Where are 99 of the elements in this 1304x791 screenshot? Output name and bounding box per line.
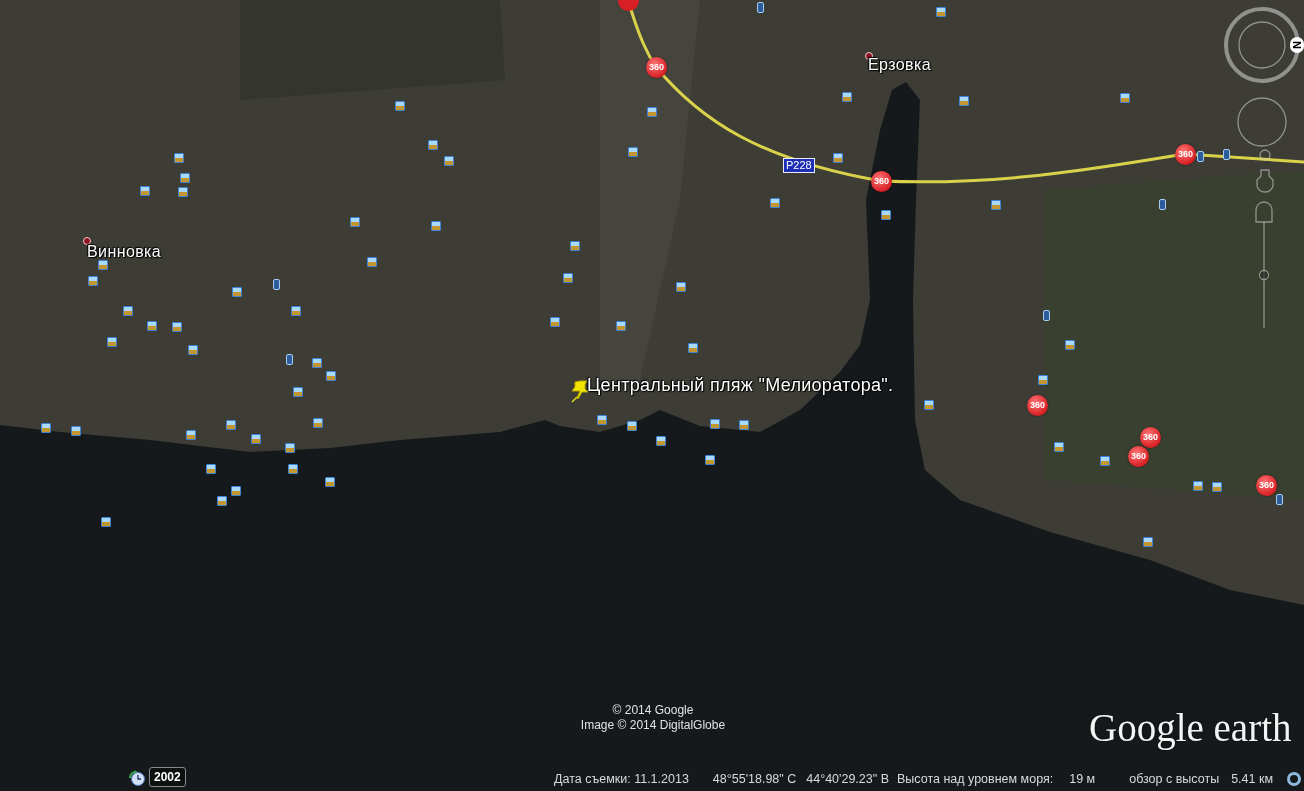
photo-marker-icon[interactable]: [739, 420, 749, 430]
photo-marker-icon[interactable]: [1100, 456, 1110, 466]
photo-marker-icon[interactable]: [350, 217, 360, 227]
photo-marker-icon[interactable]: [1193, 481, 1203, 491]
tag-marker-icon[interactable]: [1197, 151, 1204, 162]
photo-marker-icon[interactable]: [428, 140, 438, 150]
photo-marker-icon[interactable]: [41, 423, 51, 433]
photo-marker-icon[interactable]: [285, 443, 295, 453]
photo-marker-icon[interactable]: [570, 241, 580, 251]
photo-marker-icon[interactable]: [1143, 537, 1153, 547]
panorama-marker-icon[interactable]: [618, 0, 639, 11]
photo-marker-icon[interactable]: [107, 337, 117, 347]
photo-marker-icon[interactable]: [147, 321, 157, 331]
place-label[interactable]: Винновка: [87, 243, 162, 262]
photo-marker-icon[interactable]: [628, 147, 638, 157]
photo-marker-icon[interactable]: [1065, 340, 1075, 350]
elevation-label: Высота над уровнем моря:: [897, 772, 1054, 786]
photo-marker-icon[interactable]: [174, 153, 184, 163]
photo-marker-icon[interactable]: [367, 257, 377, 267]
photo-marker-icon[interactable]: [936, 7, 946, 17]
photo-marker-icon[interactable]: [172, 322, 182, 332]
photo-marker-icon[interactable]: [226, 420, 236, 430]
photo-marker-icon[interactable]: [123, 306, 133, 316]
photo-marker-icon[interactable]: [71, 426, 81, 436]
place-dot-icon[interactable]: [865, 52, 873, 60]
photo-marker-icon[interactable]: [597, 415, 607, 425]
zoom-slider[interactable]: [1258, 221, 1270, 329]
photo-marker-icon[interactable]: [431, 221, 441, 231]
photo-marker-icon[interactable]: [186, 430, 196, 440]
photo-marker-icon[interactable]: [1212, 482, 1222, 492]
photo-marker-icon[interactable]: [991, 200, 1001, 210]
photo-marker-icon[interactable]: [1054, 442, 1064, 452]
photo-marker-icon[interactable]: [705, 455, 715, 465]
photo-marker-icon[interactable]: [188, 345, 198, 355]
photo-marker-icon[interactable]: [326, 371, 336, 381]
move-joystick[interactable]: [1237, 97, 1287, 147]
zoom-in-button[interactable]: [1255, 201, 1273, 223]
streaming-ring-icon: [1287, 772, 1301, 786]
photo-marker-icon[interactable]: [1038, 375, 1048, 385]
photo-marker-icon[interactable]: [924, 400, 934, 410]
photo-marker-icon[interactable]: [656, 436, 666, 446]
pushpin-icon[interactable]: [571, 380, 589, 403]
zoom-slider-thumb[interactable]: [1258, 269, 1270, 281]
photo-marker-icon[interactable]: [293, 387, 303, 397]
photo-marker-icon[interactable]: [842, 92, 852, 102]
photo-marker-icon[interactable]: [550, 317, 560, 327]
photo-marker-icon[interactable]: [1120, 93, 1130, 103]
photo-marker-icon[interactable]: [444, 156, 454, 166]
place-dot-icon[interactable]: [83, 237, 91, 245]
road-number-sign: Р228: [783, 158, 815, 173]
photo-marker-icon[interactable]: [676, 282, 686, 292]
photo-marker-icon[interactable]: [232, 287, 242, 297]
look-joystick[interactable]: [1224, 7, 1300, 83]
eye-altitude-label: обзор с высоты: [1129, 772, 1220, 786]
photo-marker-icon[interactable]: [178, 187, 188, 197]
photo-marker-icon[interactable]: [647, 107, 657, 117]
tag-marker-icon[interactable]: [273, 279, 280, 290]
tag-marker-icon[interactable]: [1276, 494, 1283, 505]
photo-marker-icon[interactable]: [231, 486, 241, 496]
photo-marker-icon[interactable]: [395, 101, 405, 111]
tag-marker-icon[interactable]: [1043, 310, 1050, 321]
photo-marker-icon[interactable]: [959, 96, 969, 106]
photo-marker-icon[interactable]: [217, 496, 227, 506]
photo-marker-icon[interactable]: [180, 173, 190, 183]
tag-marker-icon[interactable]: [1223, 149, 1230, 160]
place-label[interactable]: Ерзовка: [868, 56, 931, 75]
longitude-text: 44°40'29.23" В: [806, 772, 889, 786]
tag-marker-icon[interactable]: [1159, 199, 1166, 210]
photo-marker-icon[interactable]: [251, 434, 261, 444]
tag-marker-icon[interactable]: [757, 2, 764, 13]
photo-marker-icon[interactable]: [710, 419, 720, 429]
photo-marker-icon[interactable]: [88, 276, 98, 286]
photo-marker-icon[interactable]: [313, 418, 323, 428]
imagery-date-text: Дата съемки: 11.1.2013: [554, 772, 689, 786]
photo-marker-icon[interactable]: [140, 186, 150, 196]
photo-marker-icon[interactable]: [627, 421, 637, 431]
latitude-text: 48°55'18.98" С: [712, 772, 797, 786]
photo-marker-icon[interactable]: [206, 464, 216, 474]
elevation-value: 19 м: [1069, 772, 1096, 786]
photo-marker-icon[interactable]: [688, 343, 698, 353]
photo-marker-icon[interactable]: [312, 358, 322, 368]
imagery-year-button[interactable]: 2002: [149, 767, 186, 787]
photo-marker-icon[interactable]: [98, 260, 108, 270]
clock-icon[interactable]: [128, 768, 145, 786]
eye-altitude-value: 5.41 км: [1231, 772, 1273, 786]
photo-marker-icon[interactable]: [770, 198, 780, 208]
tag-marker-icon[interactable]: [286, 354, 293, 365]
attribution-text: Image © 2014 DigitalGlobe: [580, 718, 726, 733]
person-figure-icon[interactable]: [1256, 149, 1274, 193]
attribution-text: © 2014 Google: [612, 703, 694, 718]
photo-marker-icon[interactable]: [563, 273, 573, 283]
photo-marker-icon[interactable]: [833, 153, 843, 163]
photo-marker-icon[interactable]: [325, 477, 335, 487]
photo-marker-icon[interactable]: [288, 464, 298, 474]
photo-marker-icon[interactable]: [881, 210, 891, 220]
placemark-label[interactable]: Центральный пляж "Мелиоратора".: [587, 375, 894, 396]
photo-marker-icon[interactable]: [616, 321, 626, 331]
photo-marker-icon[interactable]: [291, 306, 301, 316]
photo-marker-icon[interactable]: [101, 517, 111, 527]
